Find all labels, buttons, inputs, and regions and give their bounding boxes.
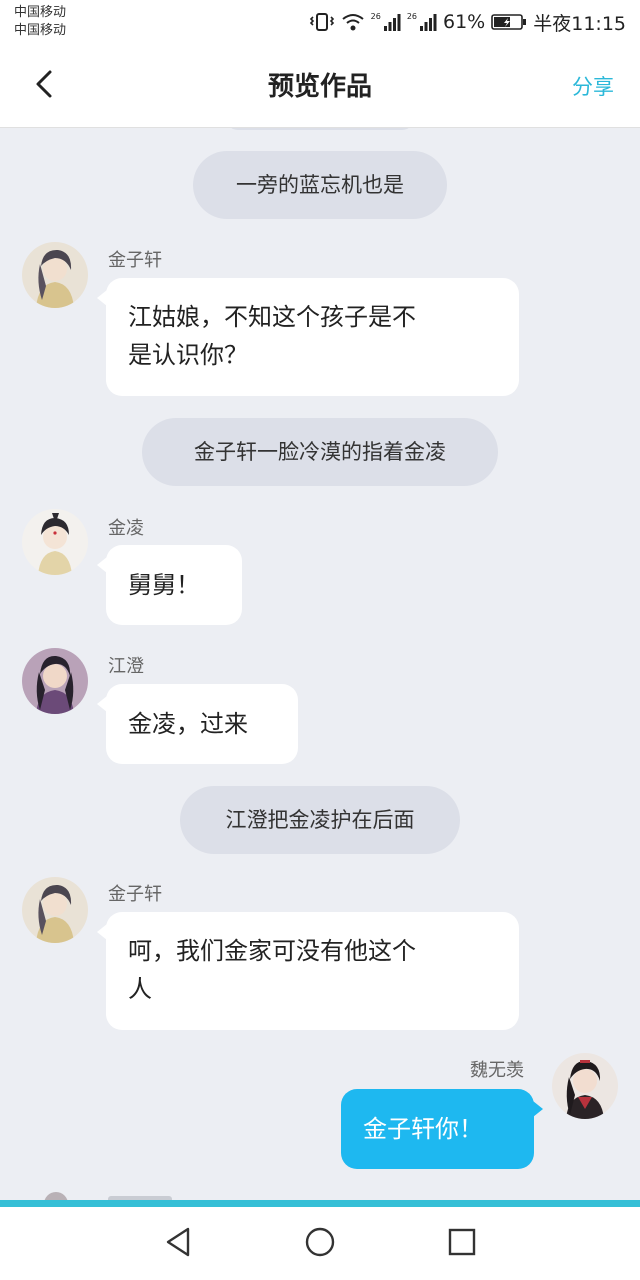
bottom-accent-line <box>0 1200 640 1207</box>
avatar-jin-zixuan[interactable] <box>22 242 88 308</box>
status-time: 半夜11:15 <box>533 12 626 35</box>
message-bubble[interactable]: 舅舅！ <box>97 545 242 625</box>
own-message-bubble[interactable]: 金子轩你！ <box>341 1089 543 1169</box>
sender-name: 江澄 <box>108 656 144 677</box>
status-icons: 26 26 61% 半夜11:15 <box>309 8 626 36</box>
system-navigation-bar <box>0 1207 640 1280</box>
narration-bubble: 金子轩一脸冷漠的指着金凌 <box>142 418 498 486</box>
avatar-jin-ling[interactable] <box>22 509 88 575</box>
message-text: 金凌，过来 <box>128 710 248 738</box>
carrier-label-1: 中国移动 <box>14 5 67 20</box>
message-bubble[interactable]: 金凌，过来 <box>97 684 298 764</box>
signal-icon-2 <box>419 12 437 32</box>
carrier-label-2: 中国移动 <box>14 23 67 38</box>
sender-name: 金凌 <box>108 518 144 539</box>
message-bubble[interactable]: 呵，我们金家可没有他这个 人 <box>97 912 519 1030</box>
network-label-1: 26 <box>370 11 381 21</box>
status-bar: 中国移动 中国移动 26 26 61% 半夜11:15 <box>0 0 640 46</box>
battery-icon <box>491 12 527 32</box>
circle-home-icon <box>304 1226 336 1262</box>
message-text-line: 江姑娘，不知这个孩子是不 <box>128 303 416 331</box>
vibrate-icon <box>309 12 335 32</box>
narration-text: 金子轩一脸冷漠的指着金凌 <box>194 440 446 464</box>
sender-name: 金子轩 <box>108 250 162 271</box>
title-bar: 预览作品 分享 <box>0 46 640 128</box>
message-text: 舅舅！ <box>128 571 200 599</box>
message-text-line: 呵，我们金家可没有他这个 <box>128 937 416 965</box>
triangle-back-icon <box>163 1226 193 1262</box>
message-bubble[interactable]: 江姑娘，不知这个孩子是不 是认识你？ <box>97 278 519 396</box>
message-text: 金子轩你！ <box>363 1115 483 1143</box>
avatar-partial <box>44 1192 68 1200</box>
narration-text: 一旁的蓝忘机也是 <box>236 173 404 197</box>
wifi-icon <box>341 12 365 32</box>
avatar-jin-zixuan[interactable] <box>22 877 88 943</box>
narration-bubble-partial <box>226 128 414 130</box>
sender-name: 魏无羡 <box>470 1060 524 1081</box>
narration-bubble: 江澄把金凌护在后面 <box>180 786 460 854</box>
message-text-line: 人 <box>128 975 152 1003</box>
nav-home-button[interactable] <box>297 1221 343 1267</box>
battery-percent: 61% <box>443 11 486 33</box>
narration-text: 江澄把金凌护在后面 <box>225 808 415 832</box>
network-label-2: 26 <box>406 11 417 21</box>
message-text-line: 是认识你？ <box>128 341 248 369</box>
nav-back-button[interactable] <box>155 1221 201 1267</box>
sender-name: 金子轩 <box>108 884 162 905</box>
nav-recent-button[interactable] <box>439 1221 485 1267</box>
signal-icon-1 <box>383 12 401 32</box>
share-button[interactable]: 分享 <box>572 46 614 128</box>
avatar-wei-wuxian[interactable] <box>552 1053 618 1119</box>
chat-area[interactable]: 一旁的蓝忘机也是 金子轩 江姑娘，不知这个孩子是不 是认识你？ 金子轩一脸冷漠的… <box>0 128 640 1200</box>
page-title: 预览作品 <box>267 72 372 102</box>
narration-bubble: 一旁的蓝忘机也是 <box>193 151 447 219</box>
square-recent-icon <box>447 1227 477 1261</box>
avatar-jiang-cheng[interactable] <box>22 648 88 714</box>
